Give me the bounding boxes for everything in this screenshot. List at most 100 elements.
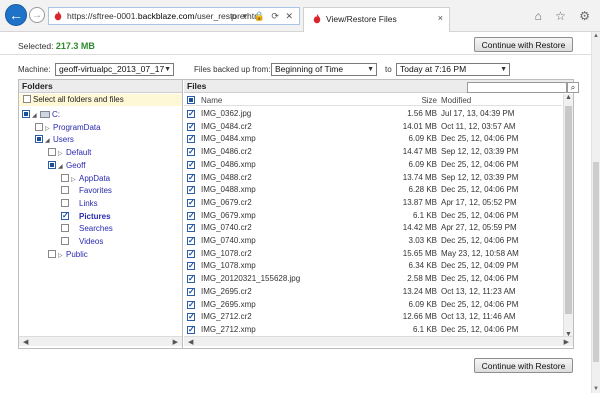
scroll-left-icon[interactable]: ◀ xyxy=(23,338,28,346)
file-row[interactable]: IMG_0740.cr2 14.42 MB Apr 27, 12, 05:59 PM xyxy=(184,222,562,234)
folder-checkbox[interactable] xyxy=(61,237,69,245)
tab-view-restore[interactable]: View/Restore Files × xyxy=(303,7,450,32)
folder-item[interactable]: Links xyxy=(61,198,98,210)
scroll-down-icon[interactable]: ▼ xyxy=(593,386,599,392)
address-bar[interactable]: https://sftree-0001.backblaze.com/user_r… xyxy=(48,7,300,25)
folder-item[interactable]: ◢ Users xyxy=(35,134,74,146)
files-hscroll[interactable]: ◀ ▶ xyxy=(184,336,573,346)
file-checkbox[interactable] xyxy=(187,311,195,323)
file-checkbox[interactable] xyxy=(187,260,195,272)
file-row[interactable]: IMG_0488.xmp 6.28 KB Dec 25, 12, 04:06 PM xyxy=(184,184,562,196)
from-select[interactable]: Beginning of Time ▼ xyxy=(271,63,377,76)
folders-hscroll[interactable]: ◀ ▶ xyxy=(19,336,182,346)
file-checkbox[interactable] xyxy=(187,133,195,145)
folder-item[interactable]: ▷ Public xyxy=(48,249,88,261)
scroll-left-icon[interactable]: ◀ xyxy=(188,338,193,346)
file-row[interactable]: IMG_0486.cr2 14.47 MB Sep 12, 12, 03:39 PM xyxy=(184,146,562,158)
folder-item[interactable]: ◢ Geoff xyxy=(48,160,85,172)
close-tab-icon[interactable]: × xyxy=(438,13,443,23)
select-all-files-checkbox[interactable] xyxy=(187,96,195,104)
file-checkbox[interactable] xyxy=(187,235,195,247)
address-tools[interactable]: ρ ▾ 🔒 ⟳ ✕ xyxy=(231,11,295,22)
file-row[interactable]: IMG_2695.cr2 13.24 MB Oct 13, 12, 11:23 AM xyxy=(184,286,562,298)
file-row[interactable]: IMG_0488.cr2 13.74 MB Sep 12, 12, 03:39 PM xyxy=(184,172,562,184)
folder-item[interactable]: Favorites xyxy=(61,185,112,197)
to-select[interactable]: Today at 7:16 PM ▼ xyxy=(396,63,510,76)
file-row[interactable]: IMG_0484.cr2 14.01 MB Oct 11, 12, 03:57 AM xyxy=(184,121,562,133)
expand-arrow-icon[interactable]: ◢ xyxy=(58,161,65,173)
file-row[interactable]: IMG_0679.cr2 13.87 MB Apr 17, 12, 05:52 PM xyxy=(184,197,562,209)
search-icon[interactable]: ⌕ xyxy=(567,82,579,93)
file-row[interactable]: IMG_1078.xmp 6.34 KB Dec 25, 12, 04:09 PM xyxy=(184,260,562,272)
scroll-right-icon[interactable]: ▶ xyxy=(564,338,569,346)
file-row[interactable]: IMG_0679.xmp 6.1 KB Dec 25, 12, 04:06 PM xyxy=(184,210,562,222)
folder-checkbox[interactable] xyxy=(48,249,56,258)
file-checkbox[interactable] xyxy=(187,210,195,222)
expand-arrow-icon[interactable]: ▷ xyxy=(71,174,78,186)
col-name[interactable]: Name xyxy=(201,96,222,105)
file-checkbox[interactable] xyxy=(187,184,195,196)
folder-checkbox[interactable] xyxy=(61,210,69,222)
file-row[interactable]: IMG_2695.xmp 6.09 KB Dec 25, 12, 04:06 PM xyxy=(184,299,562,311)
folder-checkbox[interactable] xyxy=(35,135,43,144)
folder-item[interactable]: Videos xyxy=(61,236,103,248)
folder-item[interactable]: ▷ AppData xyxy=(61,173,110,185)
file-checkbox[interactable] xyxy=(187,222,195,234)
folder-item[interactable]: ▷ ProgramData xyxy=(35,122,101,134)
folder-checkbox[interactable] xyxy=(61,173,69,182)
file-checkbox[interactable] xyxy=(187,172,195,184)
select-all-checkbox[interactable] xyxy=(23,95,31,103)
file-row[interactable]: IMG_0486.xmp 6.09 KB Dec 25, 12, 04:06 PM xyxy=(184,159,562,171)
file-row[interactable]: IMG_2712.xmp 6.1 KB Dec 25, 12, 04:06 PM xyxy=(184,324,562,336)
expand-arrow-icon[interactable]: ◢ xyxy=(32,110,39,122)
folder-checkbox[interactable] xyxy=(48,148,56,157)
expand-arrow-icon[interactable]: ▷ xyxy=(58,148,65,160)
scroll-up-icon[interactable]: ▲ xyxy=(593,33,599,39)
folder-checkbox[interactable] xyxy=(61,224,69,233)
folder-checkbox[interactable] xyxy=(61,198,69,207)
file-checkbox[interactable] xyxy=(187,159,195,171)
expand-arrow-icon[interactable]: ◢ xyxy=(45,135,52,147)
continue-restore-button-bottom[interactable]: Continue with Restore xyxy=(474,358,573,373)
folder-item[interactable]: ◢ C: xyxy=(22,109,60,121)
forward-button[interactable]: → xyxy=(29,7,45,23)
file-checkbox[interactable] xyxy=(187,146,195,158)
expand-arrow-icon[interactable]: ▷ xyxy=(58,250,65,262)
file-checkbox[interactable] xyxy=(187,286,195,298)
file-checkbox[interactable] xyxy=(187,324,195,336)
expand-arrow-icon[interactable]: ▷ xyxy=(45,123,52,135)
file-row[interactable]: IMG_0362.jpg 1.56 MB Jul 17, 13, 04:39 PM xyxy=(184,108,562,120)
folder-checkbox[interactable] xyxy=(22,110,30,118)
select-all-row[interactable]: Select all folders and files xyxy=(19,94,182,106)
folder-checkbox[interactable] xyxy=(35,122,43,131)
machine-select[interactable]: geoff-virtualpc_2013_07_17 ▼ xyxy=(55,63,174,76)
file-checkbox[interactable] xyxy=(187,299,195,311)
file-checkbox[interactable] xyxy=(187,273,195,285)
file-row[interactable]: IMG_0740.xmp 3.03 KB Dec 25, 12, 04:06 PM xyxy=(184,235,562,247)
back-button[interactable]: ← xyxy=(5,4,27,26)
file-checkbox[interactable] xyxy=(187,121,195,133)
browser-icons[interactable]: ⌂ ☆ ⚙ xyxy=(535,9,595,23)
file-row[interactable]: IMG_1078.cr2 15.65 MB May 23, 12, 10:58 AM xyxy=(184,248,562,260)
file-checkbox[interactable] xyxy=(187,248,195,260)
col-modified[interactable]: Modified xyxy=(441,96,471,105)
files-vscroll[interactable]: ▲ ▼ xyxy=(563,94,573,338)
file-checkbox[interactable] xyxy=(187,108,195,120)
file-row[interactable]: IMG_2712.cr2 12.66 MB Oct 13, 12, 11:46 AM xyxy=(184,311,562,323)
page-scroll-thumb[interactable] xyxy=(593,162,599,362)
folder-item[interactable]: ▷ Default xyxy=(48,147,91,159)
continue-restore-button-top[interactable]: Continue with Restore xyxy=(474,37,573,52)
file-row[interactable]: IMG_0484.xmp 6.09 KB Dec 25, 12, 04:06 PM xyxy=(184,133,562,145)
folder-item[interactable]: Searches xyxy=(61,223,113,235)
file-row[interactable]: IMG_20120321_155628.jpg 2.58 MB Dec 25, 12… xyxy=(184,273,562,285)
col-size[interactable]: Size xyxy=(421,96,437,105)
scroll-thumb[interactable] xyxy=(565,106,572,314)
scroll-right-icon[interactable]: ▶ xyxy=(173,338,178,346)
folder-checkbox[interactable] xyxy=(48,160,56,169)
folder-item[interactable]: Pictures xyxy=(61,210,111,223)
page-scrollbar[interactable]: ▲ ▼ xyxy=(591,32,600,393)
file-checkbox[interactable] xyxy=(187,197,195,209)
scroll-up-icon[interactable]: ▲ xyxy=(565,94,572,101)
folder-checkbox[interactable] xyxy=(61,186,69,195)
file-search-input[interactable]: ⌕ xyxy=(467,82,579,93)
